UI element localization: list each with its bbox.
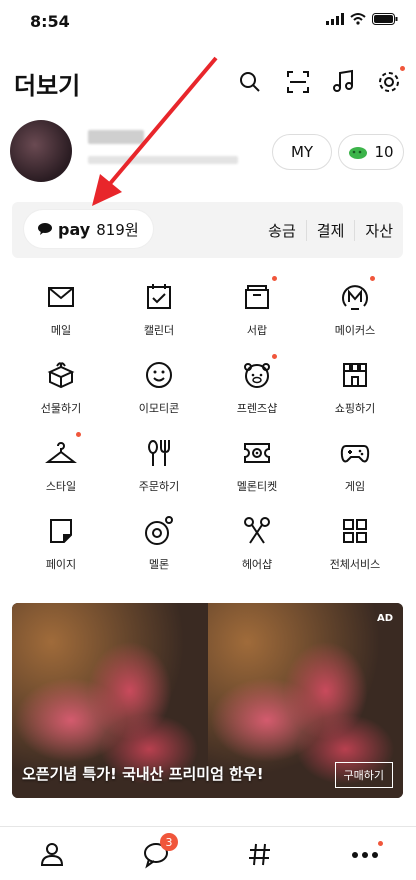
game-controller-icon (340, 445, 370, 463)
ad-text: 오픈기념 특가! 국내산 프리미엄 한우! (22, 765, 264, 783)
bottom-tab-bar: 3 (0, 826, 416, 880)
tab-hashtag-icon[interactable] (245, 839, 275, 869)
service-order[interactable]: 주문하기 (110, 432, 208, 510)
new-dot (370, 276, 375, 281)
service-label: 전체서비스 (329, 558, 381, 571)
annotation-arrow (92, 56, 218, 206)
service-label: 멜론 (148, 558, 170, 571)
service-label: 메일 (50, 324, 72, 337)
mail-icon (48, 287, 74, 307)
service-label: 프렌즈샵 (236, 402, 278, 415)
tab-chats[interactable]: 3 (142, 833, 178, 869)
hair-scissors-icon (244, 517, 270, 544)
service-mail[interactable]: 메일 (12, 276, 110, 354)
chat-unread-badge: 3 (160, 833, 178, 851)
service-emoticon[interactable]: 이모티콘 (110, 354, 208, 432)
tab-more-icon[interactable] (350, 839, 380, 869)
new-dot (272, 354, 277, 359)
service-melon[interactable]: 멜론 (110, 510, 208, 588)
service-label: 선물하기 (40, 402, 82, 415)
new-dot (272, 276, 277, 281)
ad-banner[interactable]: AD 오픈기념 특가! 국내산 프리미엄 한우! 구매하기 (12, 603, 403, 798)
service-style[interactable]: 스타일 (12, 432, 110, 510)
service-label: 헤어샵 (241, 558, 273, 571)
tab-friends-person-icon[interactable] (37, 839, 67, 869)
more-new-dot (378, 841, 383, 846)
service-all-services[interactable]: 전체서비스 (306, 510, 404, 588)
service-shopping[interactable]: 쇼핑하기 (306, 354, 404, 432)
melon-icon (145, 516, 173, 545)
page-icon (50, 519, 72, 543)
ad-label: AD (376, 613, 393, 624)
makers-icon (342, 285, 368, 310)
service-drawer[interactable]: 서랍 (208, 276, 306, 354)
services-grid: 메일 캘린더 서랍 메이커스 선물하기 이모티콘 프렌즈샵 쇼핑하기 스타일 주… (12, 276, 404, 588)
service-label: 쇼핑하기 (334, 402, 376, 415)
service-label: 이모티콘 (138, 402, 180, 415)
service-makers[interactable]: 메이커스 (306, 276, 404, 354)
service-label: 페이지 (45, 558, 77, 571)
order-utensils-icon (148, 440, 170, 466)
ad-buy-button[interactable]: 구매하기 (334, 762, 393, 788)
service-page[interactable]: 페이지 (12, 510, 110, 588)
service-label: 게임 (344, 480, 366, 493)
new-dot (76, 432, 81, 437)
calendar-icon (147, 284, 171, 309)
service-friends-shop[interactable]: 프렌즈샵 (208, 354, 306, 432)
all-services-icon (343, 519, 367, 543)
gift-icon (47, 362, 75, 389)
service-label: 스타일 (45, 480, 77, 493)
service-label: 주문하기 (138, 480, 180, 493)
service-label: 메이커스 (334, 324, 376, 337)
emoticon-icon (146, 362, 172, 388)
service-label: 멜론티켓 (236, 480, 278, 493)
service-hair-shop[interactable]: 헤어샵 (208, 510, 306, 588)
service-game[interactable]: 게임 (306, 432, 404, 510)
style-hanger-icon (45, 442, 77, 463)
service-label: 서랍 (246, 324, 268, 337)
service-calendar[interactable]: 캘린더 (110, 276, 208, 354)
friends-shop-icon (244, 363, 270, 388)
service-label: 캘린더 (143, 324, 175, 337)
melon-ticket-icon (244, 443, 270, 463)
shopping-icon (343, 363, 367, 387)
drawer-icon (245, 285, 269, 309)
service-gift[interactable]: 선물하기 (12, 354, 110, 432)
service-melon-ticket[interactable]: 멜론티켓 (208, 432, 306, 510)
